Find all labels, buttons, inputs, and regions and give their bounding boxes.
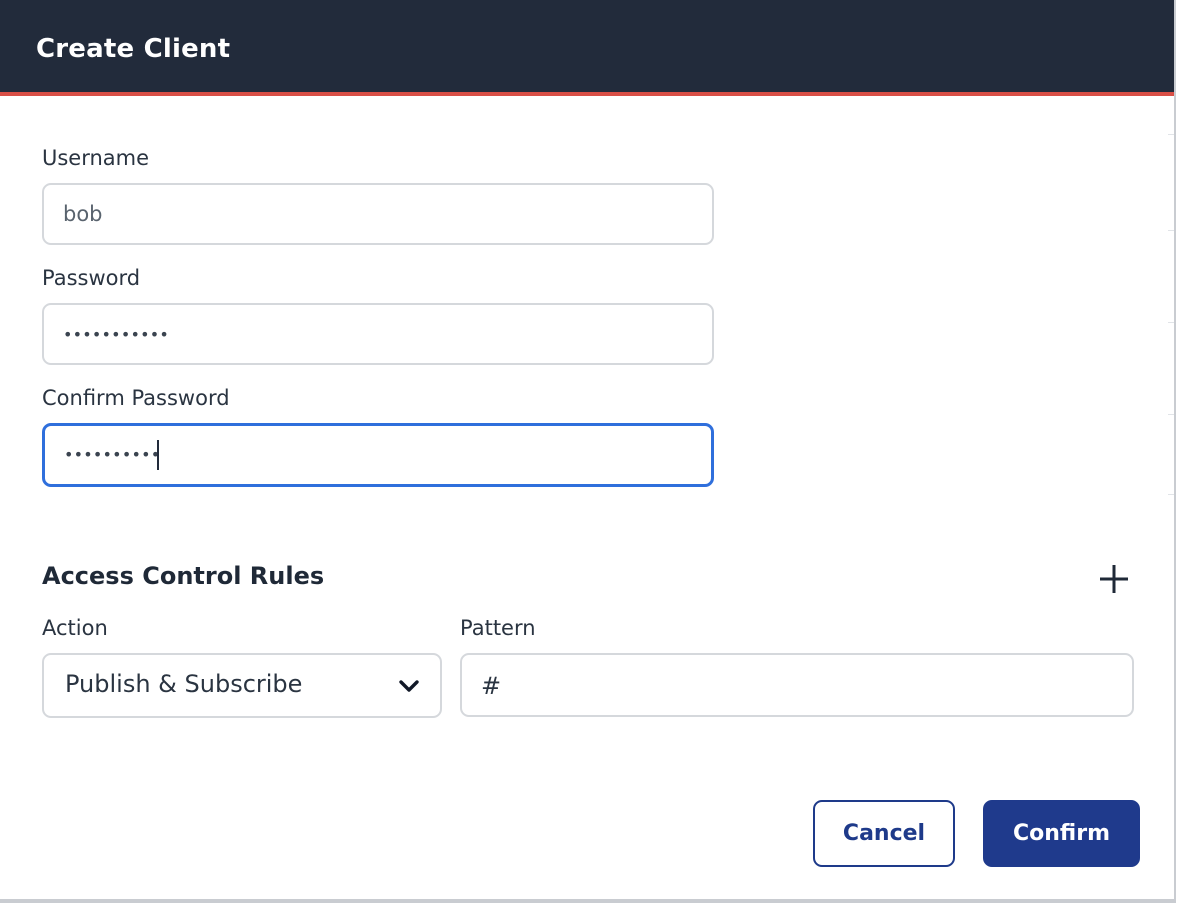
pattern-input[interactable]: # (460, 653, 1134, 717)
username-input[interactable]: bob (42, 183, 714, 245)
password-label: Password (42, 266, 141, 290)
action-select[interactable]: Publish & Subscribe (42, 653, 442, 718)
action-selected-value: Publish & Subscribe (65, 670, 303, 698)
background-edge-marks (1168, 96, 1174, 696)
confirm-password-input[interactable]: •••••••••• (42, 423, 714, 487)
password-input[interactable]: ••••••••••• (42, 303, 714, 365)
access-control-rules-title: Access Control Rules (42, 562, 325, 590)
password-value: ••••••••••• (63, 325, 170, 344)
confirm-password-label: Confirm Password (42, 386, 230, 410)
action-label: Action (42, 616, 108, 640)
username-value: bob (63, 202, 103, 226)
dialog-title: Create Client (36, 34, 231, 64)
cancel-button[interactable]: Cancel (813, 800, 955, 867)
username-label: Username (42, 146, 150, 170)
confirm-password-value: •••••••••• (64, 445, 161, 464)
pattern-value: # (481, 672, 502, 700)
dialog-header: Create Client (0, 0, 1174, 96)
create-client-dialog: Create Client Username bob Password ••••… (0, 0, 1176, 903)
chevron-down-icon (399, 680, 419, 692)
plus-icon[interactable] (1098, 563, 1130, 595)
pattern-label: Pattern (460, 616, 536, 640)
text-caret (157, 440, 159, 470)
confirm-button[interactable]: Confirm (983, 800, 1140, 867)
